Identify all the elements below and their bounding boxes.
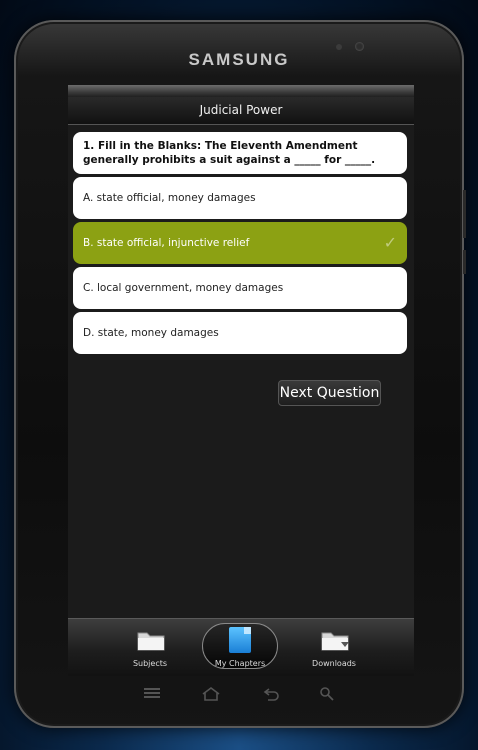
document-icon: [229, 627, 251, 653]
back-key-icon[interactable]: [262, 686, 280, 702]
answer-option-b[interactable]: B. state official, injunctive relief ✓: [73, 222, 407, 264]
answer-option-a[interactable]: A. state official, money damages: [73, 177, 407, 219]
question-text: 1. Fill in the Blanks: The Eleventh Amen…: [73, 132, 407, 174]
power-button: [463, 250, 466, 274]
answer-option-d[interactable]: D. state, money damages: [73, 312, 407, 354]
next-question-button[interactable]: Next Question: [278, 380, 381, 406]
folder-download-icon: [321, 632, 349, 651]
answer-label: C. local government, money damages: [83, 282, 284, 294]
answer-label: B. state official, injunctive relief: [83, 237, 250, 249]
tab-label: My Chapters: [214, 659, 266, 668]
page-title: Judicial Power: [68, 97, 414, 125]
app-screen: Judicial Power 1. Fill in the Blanks: Th…: [68, 85, 414, 676]
tab-label: Subjects: [132, 659, 168, 668]
volume-button: [463, 190, 466, 238]
search-key-icon[interactable]: [319, 686, 335, 702]
answer-label: A. state official, money damages: [83, 192, 256, 204]
answer-label: D. state, money damages: [83, 327, 219, 339]
checkmark-icon: ✓: [383, 233, 397, 252]
home-key-icon[interactable]: [201, 686, 221, 702]
device-brand: SAMSUNG: [188, 50, 290, 69]
tab-label: Downloads: [312, 659, 356, 668]
hardware-nav-keys: [0, 668, 478, 701]
menu-key-icon[interactable]: [143, 687, 161, 699]
status-bar: [68, 85, 414, 97]
answer-option-c[interactable]: C. local government, money damages: [73, 267, 407, 309]
folder-icon: [137, 632, 165, 651]
